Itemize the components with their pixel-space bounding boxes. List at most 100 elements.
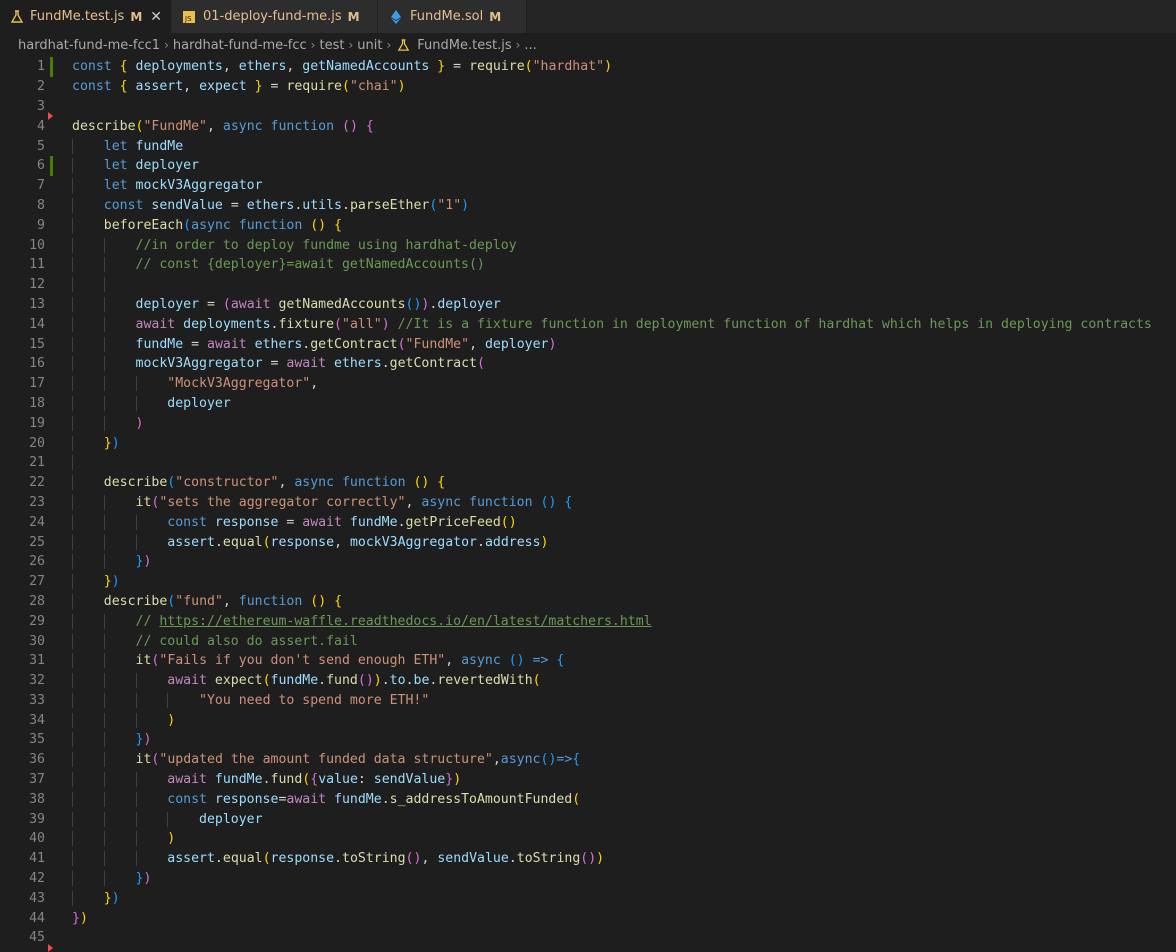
line-number: 1: [37, 59, 45, 75]
code-token: ): [111, 890, 120, 906]
code-token: ,: [222, 593, 239, 609]
code-line[interactable]: 35 }): [0, 730, 1176, 750]
code-line[interactable]: 32 await expect(fundMe.fund()).to.be.rev…: [0, 671, 1176, 691]
code-line[interactable]: 43 }): [0, 888, 1176, 908]
code-token: }: [246, 79, 263, 95]
breadcrumb-item[interactable]: hardhat-fund-me-fcc: [173, 38, 307, 53]
gutter: [45, 849, 72, 869]
code-line[interactable]: 25 assert.equal(response, mockV3Aggregat…: [0, 532, 1176, 552]
code-line[interactable]: 42 }): [0, 869, 1176, 889]
code-line[interactable]: 11 // const {deployer}=await getNamedAcc…: [0, 255, 1176, 275]
code-line[interactable]: 44}): [0, 908, 1176, 928]
code-token: let: [103, 158, 136, 174]
code-token: ): [604, 59, 613, 75]
tab-deploy-fund-me[interactable]: JS 01-deploy-fund-me.js M: [171, 0, 378, 33]
flask-icon: [397, 38, 411, 52]
code-line[interactable]: 12: [0, 275, 1176, 295]
code-text: await deployments.fixture("all") //It is…: [72, 316, 1152, 332]
code-line[interactable]: 24 const response = await fundMe.getPric…: [0, 512, 1176, 532]
code-token: await: [286, 356, 335, 372]
breadcrumb-item[interactable]: ...: [524, 38, 536, 53]
code-line[interactable]: 6 let deployer: [0, 155, 1176, 176]
indent-guide: [72, 534, 73, 550]
code-token: (: [524, 59, 533, 75]
code-line[interactable]: 34 ): [0, 710, 1176, 730]
code-line[interactable]: 2 const { assert, expect } = require("cha…: [0, 77, 1176, 97]
code-line[interactable]: 5 let fundMe: [0, 136, 1176, 156]
breadcrumb-item[interactable]: FundMe.test.js: [417, 38, 511, 53]
line-number: 38: [29, 791, 45, 807]
code-line[interactable]: 37 await fundMe.fund({value: sendValue}): [0, 770, 1176, 790]
code-token: ): [461, 197, 470, 213]
code-line[interactable]: 36 it("updated the amount funded data st…: [0, 750, 1176, 770]
code-text: }): [72, 871, 151, 887]
code-line[interactable]: 38 const response=await fundMe.s_address…: [0, 789, 1176, 809]
indent-guide: [72, 554, 73, 570]
code-line[interactable]: 19 ): [0, 413, 1176, 433]
line-number: 9: [37, 217, 45, 233]
code-line[interactable]: 8 const sendValue = ethers.utils.parseEt…: [0, 196, 1176, 216]
indent-guide: [103, 316, 105, 332]
code-line[interactable]: 18 deployer: [0, 394, 1176, 414]
code-line[interactable]: 4 describe("FundMe", async function () {: [0, 116, 1176, 136]
code-line[interactable]: 40 ): [0, 829, 1176, 849]
code-line[interactable]: 13 deployer = (await getNamedAccounts())…: [0, 295, 1176, 315]
code-line[interactable]: 3: [0, 97, 1176, 121]
code-token: (): [500, 514, 517, 530]
tab-fundme-test[interactable]: FundMe.test.js M ✕: [0, 0, 171, 33]
code-line[interactable]: 17 "MockV3Aggregator",: [0, 374, 1176, 394]
code-text: fundMe = await ethers.getContract("FundM…: [72, 336, 556, 352]
breadcrumb-item[interactable]: hardhat-fund-me-fcc1: [18, 38, 160, 53]
code-line[interactable]: 10 //in order to deploy fundme using har…: [0, 235, 1176, 255]
code-line[interactable]: 20 }): [0, 433, 1176, 453]
code-line[interactable]: 39 deployer: [0, 809, 1176, 829]
git-modified-marker: [45, 57, 72, 77]
code-token: =: [278, 514, 303, 530]
code-token: utils: [302, 197, 342, 213]
code-line[interactable]: 14 await deployments.fixture("all") //It…: [0, 314, 1176, 334]
indent-guide: [135, 514, 137, 530]
code-line[interactable]: 30 // could also do assert.fail: [0, 631, 1176, 651]
code-line[interactable]: 27 }): [0, 572, 1176, 592]
code-token: ethers: [246, 197, 295, 213]
close-icon[interactable]: ✕: [150, 9, 162, 25]
code-line[interactable]: 29 // https://ethereum-waffle.readthedoc…: [0, 611, 1176, 631]
gutter: [45, 512, 72, 532]
code-text: const { assert, expect } = require("chai…: [72, 79, 406, 94]
code-line[interactable]: 22 describe("constructor", async functio…: [0, 473, 1176, 493]
ethereum-icon: [388, 9, 404, 25]
gutter: [45, 374, 72, 394]
code-text: }): [72, 574, 120, 590]
indent-guide: [103, 356, 105, 372]
code-line[interactable]: 31 it("Fails if you don't send enough ET…: [0, 651, 1176, 671]
line-number: 27: [29, 574, 45, 590]
code-line[interactable]: 15 fundMe = await ethers.getContract("Fu…: [0, 334, 1176, 354]
indent-guide: [72, 217, 73, 233]
code-line[interactable]: 21: [0, 453, 1176, 473]
code-line[interactable]: 16 mockV3Aggregator = await ethers.getCo…: [0, 354, 1176, 374]
indent-guide: [72, 435, 73, 451]
code-editor[interactable]: 1 const { deployments, ethers, getNamedAc…: [0, 57, 1176, 952]
tab-fundme-sol[interactable]: FundMe.sol M: [378, 0, 527, 33]
line-number: 22: [29, 475, 45, 491]
code-line[interactable]: 9 beforeEach(async function () {: [0, 215, 1176, 235]
code-line[interactable]: 33 "You need to spend more ETH!": [0, 691, 1176, 711]
code-line[interactable]: 45: [0, 928, 1176, 952]
code-line[interactable]: 26 }): [0, 552, 1176, 572]
code-line[interactable]: 23 it("sets the aggregator correctly", a…: [0, 493, 1176, 513]
code-token: const: [167, 514, 215, 530]
line-number: 42: [29, 871, 45, 887]
line-number: 33: [29, 692, 45, 708]
indent-guide: [72, 871, 73, 887]
indent-guide: [72, 415, 73, 431]
line-number: 5: [37, 138, 45, 154]
code-line[interactable]: 28 describe("fund", function () {: [0, 592, 1176, 612]
breadcrumb-item[interactable]: test: [319, 38, 344, 53]
indent-guide: [72, 197, 73, 213]
code-token: require: [469, 59, 525, 75]
code-line[interactable]: 7 let mockV3Aggregator: [0, 176, 1176, 196]
code-line[interactable]: 1 const { deployments, ethers, getNamedAc…: [0, 57, 1176, 77]
code-line[interactable]: 41 assert.equal(response.toString(), sen…: [0, 849, 1176, 869]
breadcrumb-item[interactable]: unit: [357, 38, 382, 53]
code-token: ,: [492, 752, 501, 768]
